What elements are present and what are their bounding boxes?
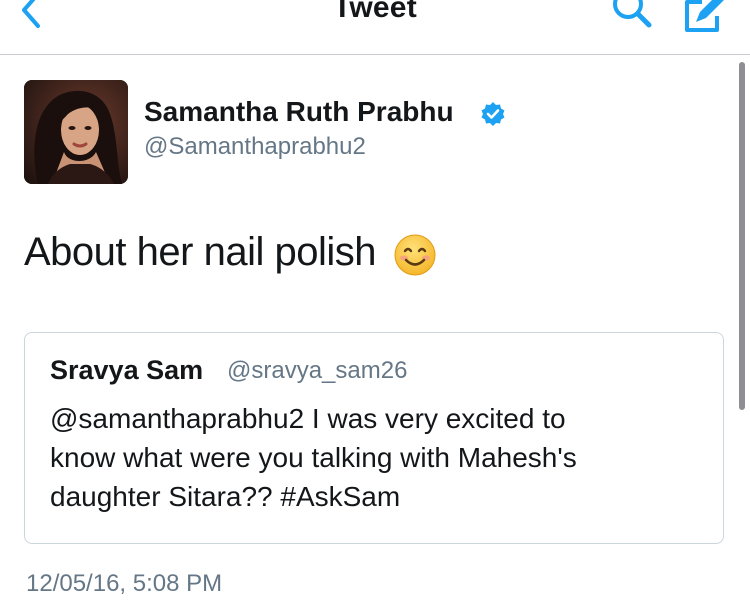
quoted-author-name: Sravya Sam bbox=[50, 355, 204, 385]
verified-badge-icon bbox=[480, 101, 506, 127]
tweet-text: About her nail polish bbox=[24, 230, 376, 274]
scrollbar[interactable] bbox=[739, 62, 745, 410]
compose-icon bbox=[685, 0, 724, 32]
smiling-face-emoji-icon bbox=[394, 234, 436, 276]
search-icon bbox=[613, 0, 652, 28]
avatar[interactable] bbox=[24, 80, 128, 184]
search-button[interactable] bbox=[606, 0, 656, 34]
compose-button[interactable] bbox=[680, 0, 730, 36]
quoted-tweet-card[interactable]: Sravya Sam @sravya_sam26 @samanthaprabhu… bbox=[24, 332, 724, 544]
author-name[interactable]: Samantha Ruth Prabhu bbox=[144, 96, 454, 128]
quoted-author-handle: @sravya_sam26 bbox=[227, 357, 408, 384]
avatar-photo bbox=[24, 80, 128, 184]
tweet-timestamp: 12/05/16, 5:08 PM bbox=[26, 570, 223, 597]
tweet-detail-screen: Tweet Samantha Ruth Prabhu @Samanthaprab… bbox=[0, 0, 750, 609]
author-handle[interactable]: @Samanthaprabhu2 bbox=[144, 133, 366, 161]
quoted-tweet-text: @samanthaprabhu2 I was very excited to k… bbox=[50, 403, 577, 512]
navigation-bar: Tweet bbox=[0, 0, 750, 55]
